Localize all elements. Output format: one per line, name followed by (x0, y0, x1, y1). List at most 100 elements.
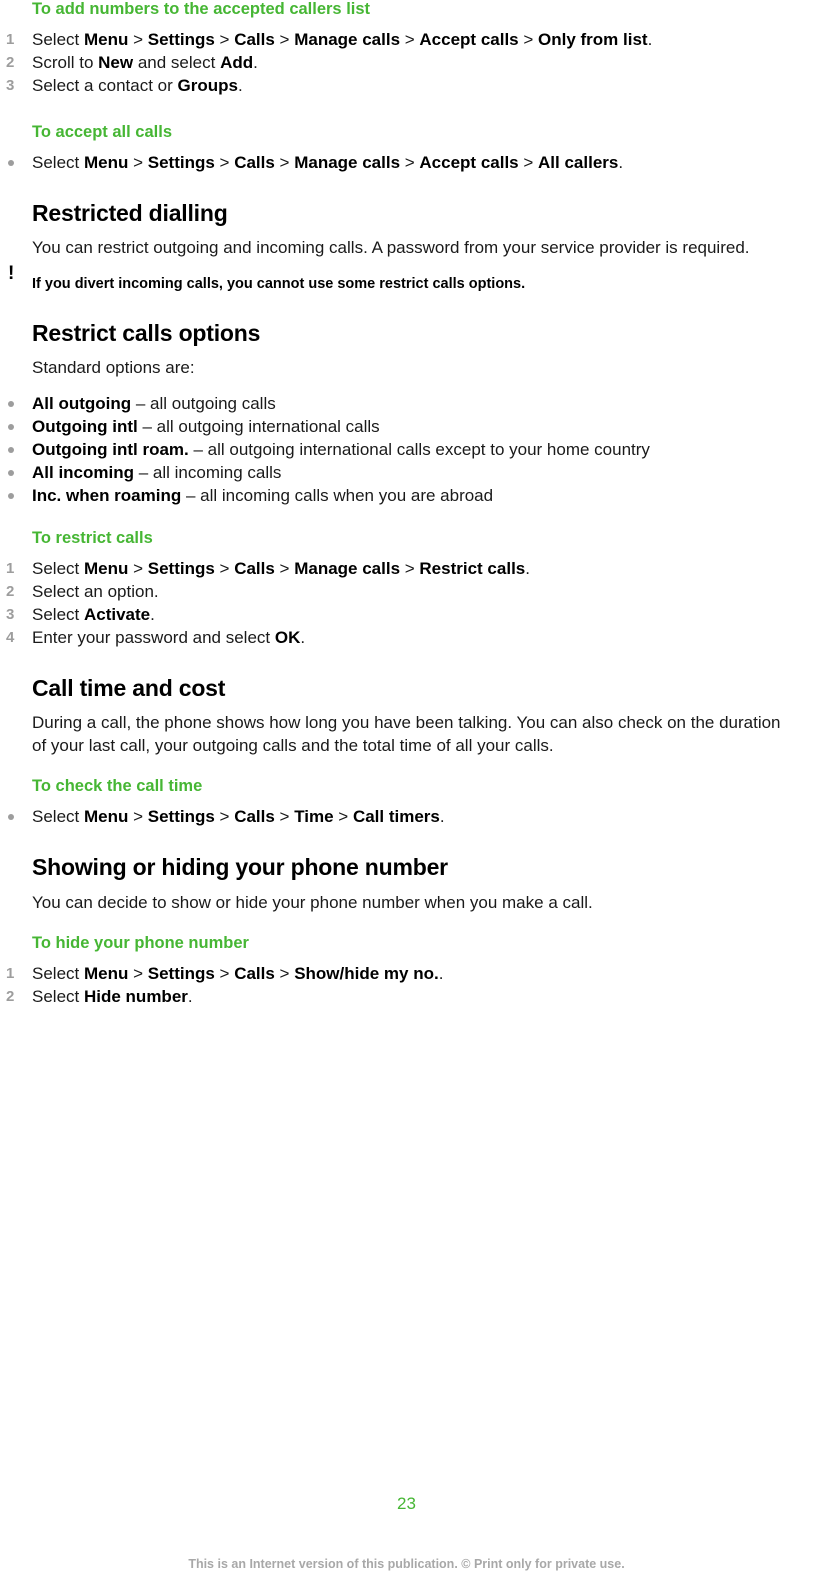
menu-term: Activate (83, 604, 151, 624)
bullet-item: Select Menu > Settings > Calls > Manage … (8, 151, 797, 174)
menu-term: Inc. when roaming (32, 485, 182, 505)
menu-term: Time (294, 806, 334, 826)
step-text: > (214, 806, 235, 826)
step-text: Enter your password and select (32, 627, 275, 647)
exclamation-icon: ! (8, 262, 15, 284)
step-text: > (128, 29, 148, 49)
menu-term: Settings (147, 558, 215, 578)
paragraph-standard-options: Standard options are: (32, 358, 195, 378)
menu-term: Menu (83, 152, 129, 172)
bullet-item: Outgoing intl – all outgoing internation… (8, 415, 797, 438)
note-restricted-dialling: ! If you divert incoming calls, you cann… (8, 263, 797, 294)
menu-term: Calls (234, 152, 275, 172)
step-number: 2 (6, 582, 15, 600)
menu-term: Accept calls (419, 152, 519, 172)
task-heading-check-call-time: To check the call time (32, 777, 203, 796)
bullet-dot-icon (8, 400, 14, 407)
note-text: If you divert incoming calls, you cannot… (32, 275, 526, 292)
step-text: Scroll to (32, 52, 99, 72)
bullet-dot-icon (8, 469, 14, 476)
step-text: > (128, 806, 148, 826)
step-text: > (400, 29, 420, 49)
bullet-dot-icon (8, 492, 14, 499)
step-number: 2 (6, 987, 15, 1005)
step-number: 3 (6, 76, 15, 94)
menu-term: Groups (177, 75, 238, 95)
step-text: Select (32, 806, 84, 826)
step-item: 4 Enter your password and select OK. (6, 626, 797, 649)
menu-term: Calls (234, 963, 275, 983)
step-text: > (274, 963, 295, 983)
step-number: 2 (6, 53, 15, 71)
step-text: . (187, 986, 193, 1006)
menu-term: Manage calls (294, 152, 401, 172)
bullets-check-call-time: Select Menu > Settings > Calls > Time > … (8, 805, 797, 828)
step-text: Select (32, 29, 84, 49)
paragraph-show-hide-phone-number: You can decide to show or hide your phon… (32, 892, 593, 912)
step-item: 2 Select Hide number. (6, 985, 797, 1008)
section-heading-showing-hiding-phone-number: Showing or hiding your phone number (32, 853, 448, 880)
bullet-item: All incoming – all incoming calls (8, 461, 797, 484)
menu-term: Call timers (352, 806, 440, 826)
section-heading-restricted-dialling: Restricted dialling (32, 199, 228, 226)
footer-disclaimer: This is an Internet version of this publ… (188, 1557, 625, 1571)
menu-term: Hide number (83, 986, 188, 1006)
page-content: To add numbers to the accepted callers l… (0, 0, 805, 1008)
step-text: . (300, 627, 306, 647)
step-text: . (525, 558, 530, 578)
step-text: . (618, 152, 624, 172)
step-text: > (128, 558, 148, 578)
menu-term: Calls (234, 558, 275, 578)
menu-term: Show/hide my no. (294, 963, 439, 983)
bullet-dot-icon (8, 159, 14, 166)
menu-term: Only from list (538, 29, 648, 49)
step-text: > (518, 29, 539, 49)
bullets-accept-all-calls: Select Menu > Settings > Calls > Manage … (8, 151, 797, 174)
step-item: 2 Scroll to New and select Add. (6, 51, 797, 74)
bullet-dot-icon (8, 446, 14, 453)
menu-term: Outgoing intl (32, 416, 138, 436)
step-number: 1 (6, 559, 15, 577)
section-heading-restrict-calls-options: Restrict calls options (32, 319, 261, 346)
paragraph-call-time-and-cost: During a call, the phone shows how long … (32, 713, 781, 755)
menu-term: Settings (147, 963, 215, 983)
step-text: . (438, 963, 444, 983)
step-text: Select a contact or (32, 75, 178, 95)
step-text: > (400, 152, 420, 172)
step-text: – all incoming calls when you are abroad (181, 485, 494, 505)
step-text: Select (32, 604, 84, 624)
step-text: > (274, 29, 295, 49)
paragraph-restricted-dialling: You can restrict outgoing and incoming c… (32, 238, 750, 258)
document-page: To add numbers to the accepted callers l… (0, 0, 813, 1590)
step-item: 3 Select a contact or Groups. (6, 74, 797, 97)
step-text: and select (133, 52, 221, 72)
step-number: 3 (6, 605, 15, 623)
step-number: 1 (6, 30, 15, 48)
step-item: 3 Select Activate. (6, 603, 797, 626)
menu-term: Menu (83, 558, 129, 578)
menu-term: Accept calls (419, 29, 519, 49)
step-text: . (237, 75, 243, 95)
menu-term: Manage calls (294, 29, 401, 49)
step-text: > (214, 558, 235, 578)
step-text: Select an option. (32, 581, 159, 601)
menu-term: Calls (234, 29, 275, 49)
step-item: 1 Select Menu > Settings > Calls > Manage… (6, 557, 797, 580)
bullet-item: Inc. when roaming – all incoming calls w… (8, 484, 797, 507)
menu-term: Menu (83, 806, 129, 826)
menu-term: Outgoing intl roam. (32, 439, 189, 459)
page-number: 23 (397, 1494, 416, 1513)
menu-term: OK (274, 627, 301, 647)
steps-add-numbers: 1 Select Menu > Settings > Calls > Manage… (6, 28, 797, 97)
step-text: . (150, 604, 155, 624)
bullet-dot-icon (8, 813, 14, 820)
menu-term: Add (220, 52, 254, 72)
step-text: . (253, 52, 258, 72)
step-text: > (128, 963, 148, 983)
step-text: > (274, 152, 295, 172)
step-text: > (214, 29, 235, 49)
step-text: Select (32, 558, 84, 578)
menu-term: Settings (147, 152, 215, 172)
step-text: . (439, 806, 445, 826)
menu-term: Manage calls (294, 558, 401, 578)
